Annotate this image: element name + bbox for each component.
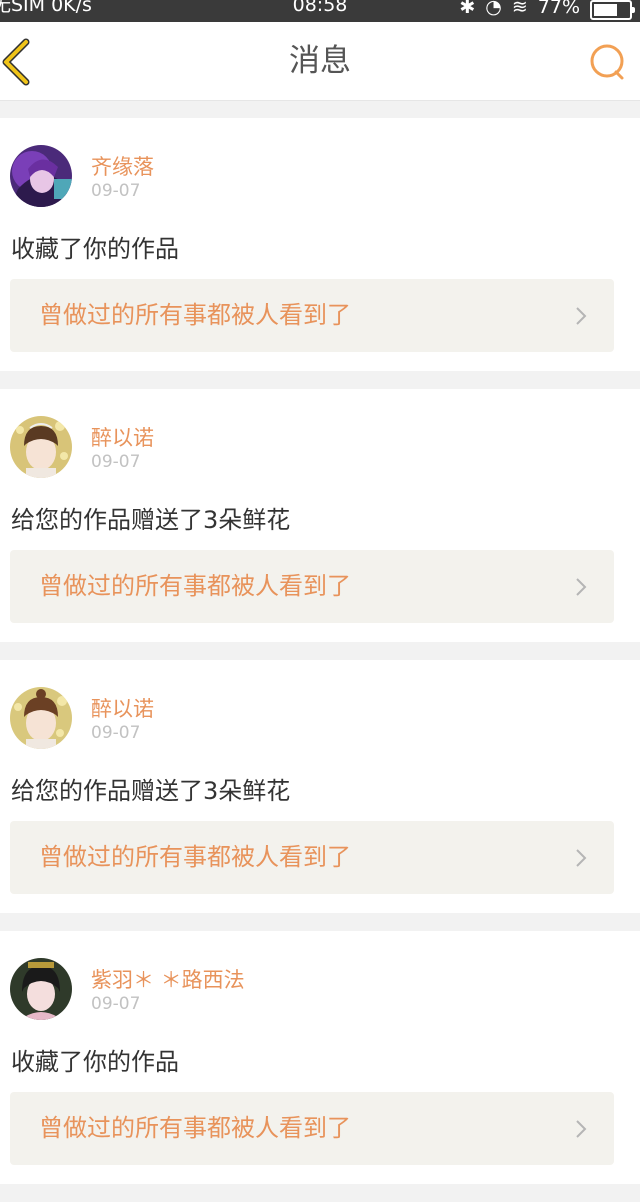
battery-percent: 77% [537, 0, 580, 18]
work-title: 曾做过的所有事都被人看到了 [39, 1114, 351, 1142]
work-title: 曾做过的所有事都被人看到了 [39, 843, 351, 871]
message-date: 09-07 [91, 452, 141, 472]
nav-bar: 消息 [0, 22, 640, 101]
message-card: 齐缘落 09-07 收藏了你的作品 曾做过的所有事都被人看到了 [0, 118, 640, 371]
avatar[interactable] [10, 145, 72, 207]
username[interactable]: 紫羽＊ ＊路西法 [91, 964, 245, 994]
battery-icon [590, 0, 635, 20]
message-date: 09-07 [91, 181, 141, 201]
username[interactable]: 醉以诺 [91, 422, 154, 452]
message-card: 紫羽＊ ＊路西法 09-07 收藏了你的作品 曾做过的所有事都被人看到了 [0, 931, 640, 1184]
message-list: 齐缘落 09-07 收藏了你的作品 曾做过的所有事都被人看到了 醉以诺 09-0… [0, 118, 640, 1202]
wifi-icon: ≋ [511, 0, 528, 18]
avatar[interactable] [10, 958, 72, 1020]
page-title: 消息 [289, 43, 351, 79]
bluetooth-icon: ✱ [459, 0, 476, 18]
action-text: 给您的作品赠送了3朵鲜花 [11, 777, 291, 805]
chevron-right-icon [576, 307, 587, 325]
search-icon [590, 44, 624, 80]
work-link[interactable]: 曾做过的所有事都被人看到了 [10, 279, 614, 352]
message-date: 09-07 [91, 723, 141, 743]
work-title: 曾做过的所有事都被人看到了 [39, 301, 351, 329]
message-date: 09-07 [91, 994, 141, 1014]
action-text: 收藏了你的作品 [11, 235, 179, 263]
message-card: 醉以诺 09-07 给您的作品赠送了3朵鲜花 曾做过的所有事都被人看到了 [0, 660, 640, 913]
search-button[interactable] [588, 42, 628, 82]
message-card: 醉以诺 09-07 给您的作品赠送了3朵鲜花 曾做过的所有事都被人看到了 [0, 389, 640, 642]
work-link[interactable]: 曾做过的所有事都被人看到了 [10, 1092, 614, 1165]
username[interactable]: 醉以诺 [91, 693, 154, 723]
chevron-right-icon [576, 578, 587, 596]
work-title: 曾做过的所有事都被人看到了 [39, 572, 351, 600]
avatar[interactable] [10, 416, 72, 478]
action-text: 收藏了你的作品 [11, 1048, 179, 1076]
chevron-right-icon [576, 1120, 587, 1138]
alarm-icon: ◔ [485, 0, 502, 18]
status-icons: ✱ ◔ ≋ 77% [459, 0, 635, 20]
action-text: 给您的作品赠送了3朵鲜花 [11, 506, 291, 534]
chevron-right-icon [576, 849, 587, 867]
work-link[interactable]: 曾做过的所有事都被人看到了 [10, 821, 614, 894]
work-link[interactable]: 曾做过的所有事都被人看到了 [10, 550, 614, 623]
username[interactable]: 齐缘落 [91, 151, 154, 181]
avatar[interactable] [10, 687, 72, 749]
status-bar: 无SIM 0K/s 08:58 ✱ ◔ ≋ 77% [0, 0, 640, 22]
